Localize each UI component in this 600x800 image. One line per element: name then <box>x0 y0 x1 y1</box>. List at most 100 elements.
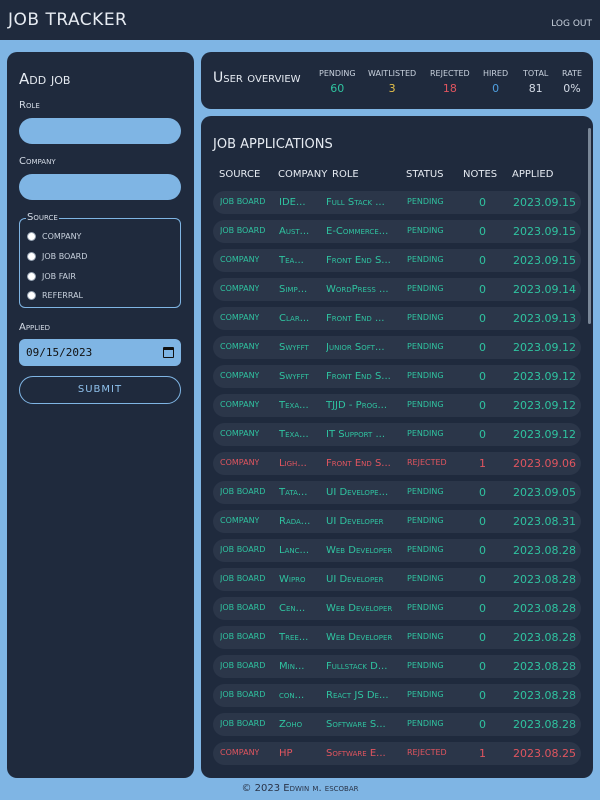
row-notes: 0 <box>479 544 486 557</box>
radio-label: company <box>42 232 82 241</box>
logout-button[interactable]: LOG OUT <box>551 19 592 29</box>
row-applied: 2023.09.15 <box>513 196 576 209</box>
source-option-job-fair[interactable]: job fair <box>27 272 76 281</box>
row-applied: 2023.08.28 <box>513 602 576 615</box>
table-row[interactable]: company Simp... WordPress ... pending 0 2023.… <box>213 278 581 301</box>
table-row[interactable]: job board Aust... E-Commerce... pending 0 202… <box>213 220 581 243</box>
row-company: Min... <box>279 661 305 672</box>
row-applied: 2023.08.25 <box>513 747 576 760</box>
table-row[interactable]: company HP Software E... rejected 1 2023.08.2… <box>213 742 581 765</box>
calendar-icon[interactable] <box>163 347 174 358</box>
source-fieldset: Source company job board job fair referr… <box>19 212 181 308</box>
row-applied: 2023.08.28 <box>513 631 576 644</box>
table-row[interactable]: job board Zoho Software S... pending 0 2023.0… <box>213 713 581 736</box>
table-row[interactable]: company Ligh... Front End S... rejected 1 202… <box>213 452 581 475</box>
add-job-panel: Add job Role Company Source company job … <box>7 52 194 778</box>
stat-value: 60 <box>330 82 345 95</box>
row-status: pending <box>407 516 444 525</box>
table-row[interactable]: job board con... React JS De... pending 0 202… <box>213 684 581 707</box>
row-role: E-Commerce... <box>326 226 389 237</box>
table-row[interactable]: job board IDE... Full Stack ... pending 0 202… <box>213 191 581 214</box>
table-row[interactable]: job board Wipro UI Developer pending 0 2023.0… <box>213 568 581 591</box>
stat-label: Waitlisted <box>368 69 417 78</box>
table-row[interactable]: company Swyfft Junior Soft... pending 0 2023.… <box>213 336 581 359</box>
row-source: company <box>220 400 260 409</box>
row-source: job board <box>220 574 266 583</box>
row-company: Tree... <box>279 632 309 643</box>
table-row[interactable]: job board Min... Fullstack D... pending 0 202… <box>213 655 581 678</box>
row-status: pending <box>407 429 444 438</box>
row-status: pending <box>407 313 444 322</box>
column-header-role[interactable]: Role <box>332 169 359 180</box>
row-company: con... <box>279 690 305 701</box>
row-status: pending <box>407 400 444 409</box>
stat-value: 81 <box>528 82 543 95</box>
table-row[interactable]: job board Cen... Web Developer pending 0 2023… <box>213 597 581 620</box>
row-notes: 0 <box>479 312 486 325</box>
row-source: company <box>220 342 260 351</box>
row-company: Aust... <box>279 226 310 237</box>
row-company: IDE... <box>279 197 306 208</box>
row-notes: 0 <box>479 602 486 615</box>
table-row[interactable]: company Tea... Front End S... pending 0 2023.… <box>213 249 581 272</box>
row-role: Front End S... <box>326 371 391 382</box>
table-row[interactable]: company Texa... IT Support ... pending 0 2023… <box>213 423 581 446</box>
source-option-referral[interactable]: referral <box>27 291 83 300</box>
row-company: Cen... <box>279 603 306 614</box>
applied-date-input[interactable]: 09/15/2023 <box>19 339 181 366</box>
radio-button[interactable] <box>27 291 36 300</box>
row-notes: 0 <box>479 254 486 267</box>
column-header-applied[interactable]: Applied <box>512 169 553 180</box>
company-label: Company <box>19 156 56 167</box>
radio-button[interactable] <box>27 272 36 281</box>
row-status: pending <box>407 371 444 380</box>
role-input[interactable] <box>19 118 181 144</box>
row-applied: 2023.09.12 <box>513 399 576 412</box>
row-status: pending <box>407 197 444 206</box>
table-row[interactable]: job board Tree... Web Developer pending 0 202… <box>213 626 581 649</box>
column-header-company[interactable]: Company <box>278 169 327 180</box>
add-job-title: Add job <box>19 70 71 88</box>
row-role: Web Developer <box>326 632 393 643</box>
stat-hired: Hired 0 <box>483 69 508 95</box>
row-role: UI Develope... <box>326 487 389 498</box>
user-overview-panel: User overview Pending 60 Waitlisted 3 Re… <box>201 52 593 109</box>
source-option-company[interactable]: company <box>27 232 81 241</box>
applied-date-value: 09/15/2023 <box>26 346 93 359</box>
table-row[interactable]: job board Lanc... Web Developer pending 0 202… <box>213 539 581 562</box>
row-source: company <box>220 458 260 467</box>
company-input[interactable] <box>19 174 181 200</box>
source-option-job-board[interactable]: job board <box>27 252 87 261</box>
submit-button[interactable]: SUBMIT <box>19 376 181 404</box>
table-row[interactable]: company Swyfft Front End S... pending 0 2023.… <box>213 365 581 388</box>
stat-rejected: Rejected 18 <box>430 69 470 95</box>
stat-label: Rate <box>562 69 583 78</box>
row-company: Clar... <box>279 313 310 324</box>
row-status: pending <box>407 632 444 641</box>
row-company: HP <box>279 748 293 759</box>
stat-value: 3 <box>388 82 396 95</box>
scrollbar[interactable] <box>588 128 591 324</box>
row-role: Software E... <box>326 748 386 759</box>
applications-list: job board IDE... Full Stack ... pending 0 202… <box>213 191 581 771</box>
column-header-notes[interactable]: Notes <box>463 169 497 180</box>
table-row[interactable]: job board Tata... UI Develope... pending 0 20… <box>213 481 581 504</box>
row-applied: 2023.09.06 <box>513 457 576 470</box>
row-notes: 0 <box>479 399 486 412</box>
row-applied: 2023.09.15 <box>513 254 576 267</box>
row-source: company <box>220 284 260 293</box>
row-source: job board <box>220 226 266 235</box>
row-source: job board <box>220 719 266 728</box>
radio-button[interactable] <box>27 252 36 261</box>
radio-button[interactable] <box>27 232 36 241</box>
row-role: UI Developer <box>326 574 384 585</box>
applications-title: Job applications <box>213 137 333 152</box>
row-notes: 0 <box>479 341 486 354</box>
table-row[interactable]: company Clar... Front End ... pending 0 2023.… <box>213 307 581 330</box>
column-header-source[interactable]: Source <box>219 169 260 180</box>
table-row[interactable]: company Rada... UI Developer pending 0 2023.0… <box>213 510 581 533</box>
row-role: Web Developer <box>326 545 393 556</box>
table-row[interactable]: company Texa... TJJD - Prog... pending 0 2023… <box>213 394 581 417</box>
row-company: Rada... <box>279 516 311 527</box>
column-header-status[interactable]: Status <box>406 169 444 180</box>
